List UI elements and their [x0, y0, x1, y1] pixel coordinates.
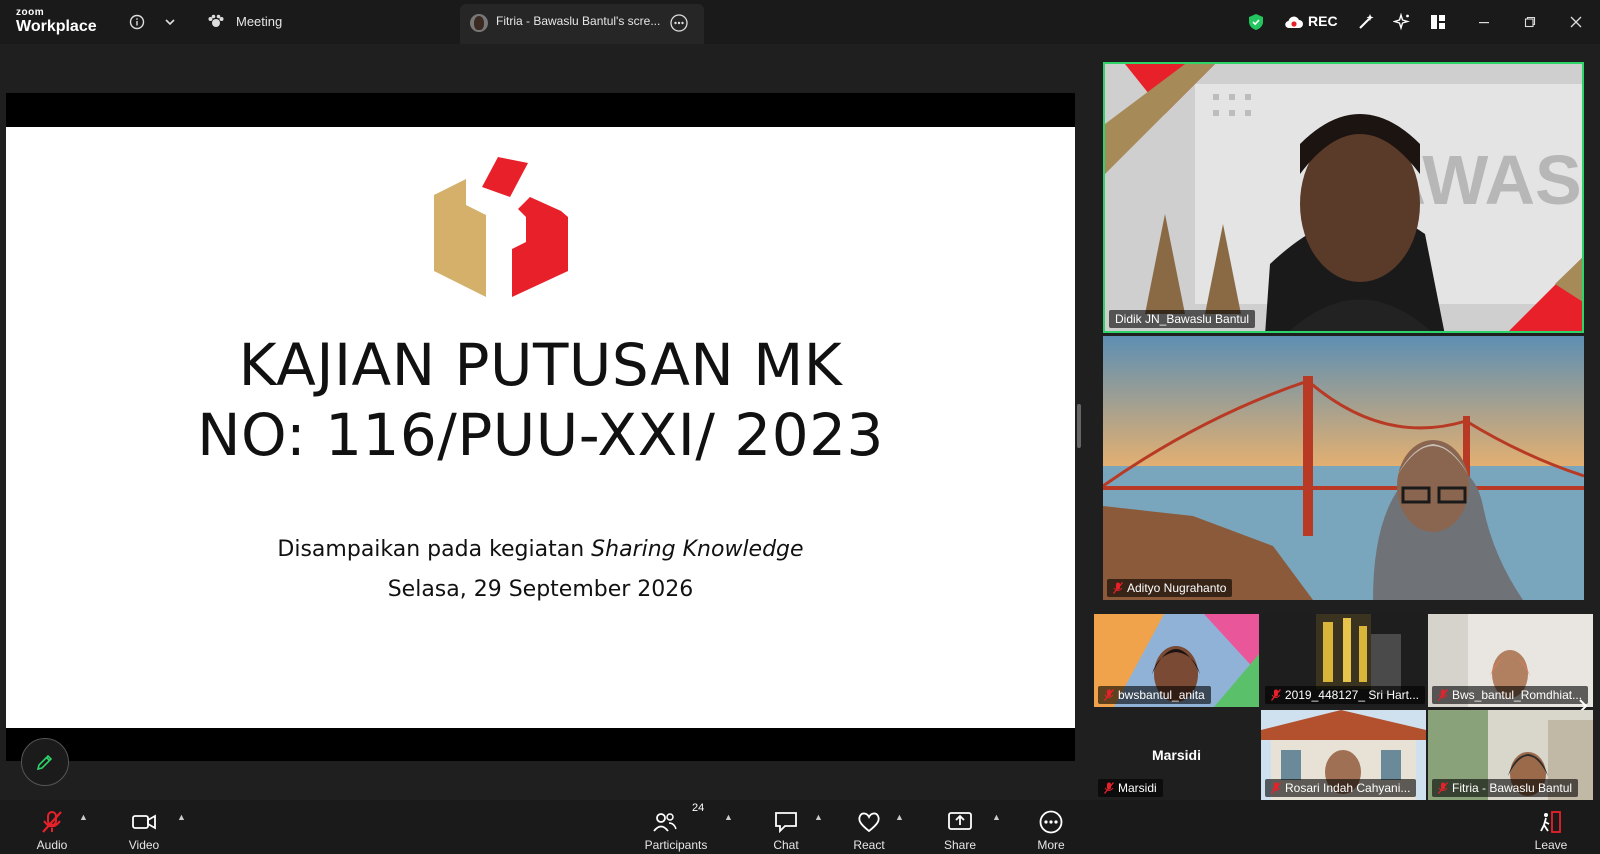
name-tag-grid-6: Fitria - Bawaslu Bantul — [1432, 779, 1579, 797]
chat-button[interactable]: Chat — [746, 800, 826, 854]
subtitle-prefix: Disampaikan pada kegiatan — [277, 537, 592, 562]
leave-label: Leave — [1534, 838, 1568, 852]
more-button[interactable]: More — [1011, 800, 1091, 854]
magic-pen-icon[interactable] — [1356, 12, 1376, 32]
participants-options-caret[interactable]: ▲ — [724, 812, 733, 822]
heart-icon — [858, 812, 880, 833]
brand-bottom: Workplace — [16, 18, 97, 35]
chat-label: Chat — [773, 838, 799, 852]
mic-muted-icon — [1104, 689, 1114, 701]
mic-muted-icon — [1438, 782, 1448, 794]
share-screen-icon — [948, 812, 972, 830]
audio-label: Audio — [36, 838, 68, 852]
video-button[interactable]: Video — [104, 800, 184, 854]
participants-button[interactable]: 24 Participants — [636, 800, 716, 854]
name-tag-grid-5: Rosari Indah Cahyani... — [1265, 779, 1417, 797]
screen-share-tab[interactable]: Fitria - Bawaslu Bantul's scre... — [460, 4, 704, 44]
chevron-down-icon[interactable] — [160, 12, 180, 32]
main-video-feed: BAWASLU — [1105, 64, 1582, 331]
panel-resize-handle[interactable] — [1077, 404, 1081, 448]
participant-name: Fitria - Bawaslu Bantul — [1452, 781, 1573, 795]
ai-sparkle-icon[interactable] — [1392, 12, 1412, 32]
slide-date: Selasa, 29 September 2026 — [387, 577, 694, 602]
participant-name: bwsbantul_anita — [1118, 688, 1205, 702]
more-options-icon[interactable] — [670, 14, 688, 32]
zoom-window: zoom Workplace Meeting Fitria - Bawaslu … — [0, 0, 1600, 854]
leave-button[interactable]: Leave — [1511, 800, 1591, 854]
react-label: React — [853, 838, 885, 852]
audio-options-caret[interactable]: ▲ — [79, 812, 88, 822]
react-button[interactable]: React — [829, 800, 909, 854]
video-options-caret[interactable]: ▲ — [177, 812, 186, 822]
presenter-avatar — [470, 14, 488, 32]
minimize-icon[interactable] — [1474, 12, 1494, 32]
leave-icon — [1540, 811, 1561, 833]
mic-muted-icon — [1113, 582, 1123, 594]
audio-button[interactable]: Audio — [12, 800, 92, 854]
participant-name: 2019_448127_ Sri Hart... — [1284, 688, 1419, 702]
annotate-button[interactable] — [21, 738, 69, 786]
share-tab-label: Fitria - Bawaslu Bantul's scre... — [496, 14, 661, 28]
shield-icon[interactable] — [1246, 12, 1266, 32]
participants-icon — [653, 813, 677, 832]
brand-top: zoom — [16, 7, 45, 18]
slide-subtitle: Disampaikan pada kegiatan Sharing Knowle… — [6, 537, 1075, 562]
video-tile-main[interactable]: BAWASLU Didik JN_Bawaslu Bantul — [1103, 62, 1584, 333]
name-tag-grid-2: 2019_448127_ Sri Hart... — [1265, 686, 1425, 704]
pencil-icon — [36, 754, 53, 771]
participant-name: Bws_bantul_Romdhiat... — [1452, 688, 1583, 702]
camera-icon — [132, 814, 156, 830]
mic-muted-icon — [1104, 782, 1114, 794]
name-tag-main: Didik JN_Bawaslu Bantul — [1109, 310, 1256, 328]
info-icon[interactable] — [127, 12, 147, 32]
slide-title-line2: NO: 116/PUU-XXI/ 2023 — [197, 401, 884, 469]
mic-muted-icon — [1438, 689, 1448, 701]
zoom-workplace-logo: zoom Workplace — [16, 8, 97, 35]
video-tile-second[interactable]: Adityo Nugrahanto — [1103, 336, 1584, 600]
name-tag-grid-3: Bws_bantul_Romdhiat... — [1432, 686, 1589, 704]
video-tile-grid-1[interactable]: bwsbantul_anita — [1094, 614, 1259, 707]
bawaslu-logo — [434, 157, 568, 297]
presentation-slide: KAJIAN PUTUSAN MK NO: 116/PUU-XXI/ 2023 … — [6, 127, 1075, 728]
side-panel-icon[interactable] — [1428, 12, 1448, 32]
name-tag-grid-4: Marsidi — [1098, 779, 1163, 797]
second-video-feed — [1103, 336, 1584, 600]
meeting-icon[interactable] — [206, 12, 226, 32]
participant-name: Rosari Indah Cahyani... — [1285, 781, 1411, 795]
title-bar: zoom Workplace Meeting Fitria - Bawaslu … — [0, 0, 1600, 44]
share-button[interactable]: Share — [920, 800, 1000, 854]
name-tag-second: Adityo Nugrahanto — [1107, 579, 1233, 597]
share-label: Share — [943, 838, 977, 852]
chat-options-caret[interactable]: ▲ — [814, 812, 823, 822]
more-icon — [1039, 810, 1063, 834]
restore-icon[interactable] — [1520, 12, 1540, 32]
video-tile-grid-2[interactable]: 2019_448127_ Sri Hart... — [1261, 614, 1426, 707]
mic-muted-icon — [42, 811, 62, 833]
video-tile-grid-5[interactable]: Rosari Indah Cahyani... — [1261, 710, 1426, 800]
react-options-caret[interactable]: ▲ — [895, 812, 904, 822]
mic-muted-icon — [1271, 689, 1281, 701]
chat-icon — [775, 812, 797, 834]
participant-name: Marsidi — [1118, 781, 1157, 795]
slide-title-line1: KAJIAN PUTUSAN MK — [238, 331, 843, 399]
share-options-caret[interactable]: ▲ — [992, 812, 1001, 822]
mic-muted-icon — [1271, 782, 1281, 794]
video-tile-grid-4[interactable]: Marsidi Marsidi — [1094, 710, 1259, 800]
meeting-toolbar: Audio ▲ Video ▲ 24 Participants ▲ Chat ▲… — [0, 800, 1600, 854]
participant-name: Adityo Nugrahanto — [1127, 581, 1227, 595]
participants-count: 24 — [692, 802, 705, 814]
meeting-label[interactable]: Meeting — [236, 14, 282, 29]
video-label: Video — [128, 838, 160, 852]
close-icon[interactable] — [1566, 12, 1586, 32]
participants-label: Participants — [644, 838, 708, 852]
subtitle-italic: Sharing Knowledge — [591, 537, 804, 562]
video-tile-grid-3[interactable]: Bws_bantul_Romdhiat... — [1428, 614, 1593, 707]
participant-placeholder-name: Marsidi — [1151, 747, 1201, 763]
recording-label[interactable]: REC — [1308, 13, 1338, 29]
video-tile-grid-6[interactable]: Fitria - Bawaslu Bantul — [1428, 710, 1593, 800]
cloud-record-icon[interactable] — [1284, 12, 1304, 32]
name-tag-grid-1: bwsbantul_anita — [1098, 686, 1211, 704]
more-label: More — [1037, 838, 1065, 852]
participant-name: Didik JN_Bawaslu Bantul — [1115, 312, 1250, 326]
